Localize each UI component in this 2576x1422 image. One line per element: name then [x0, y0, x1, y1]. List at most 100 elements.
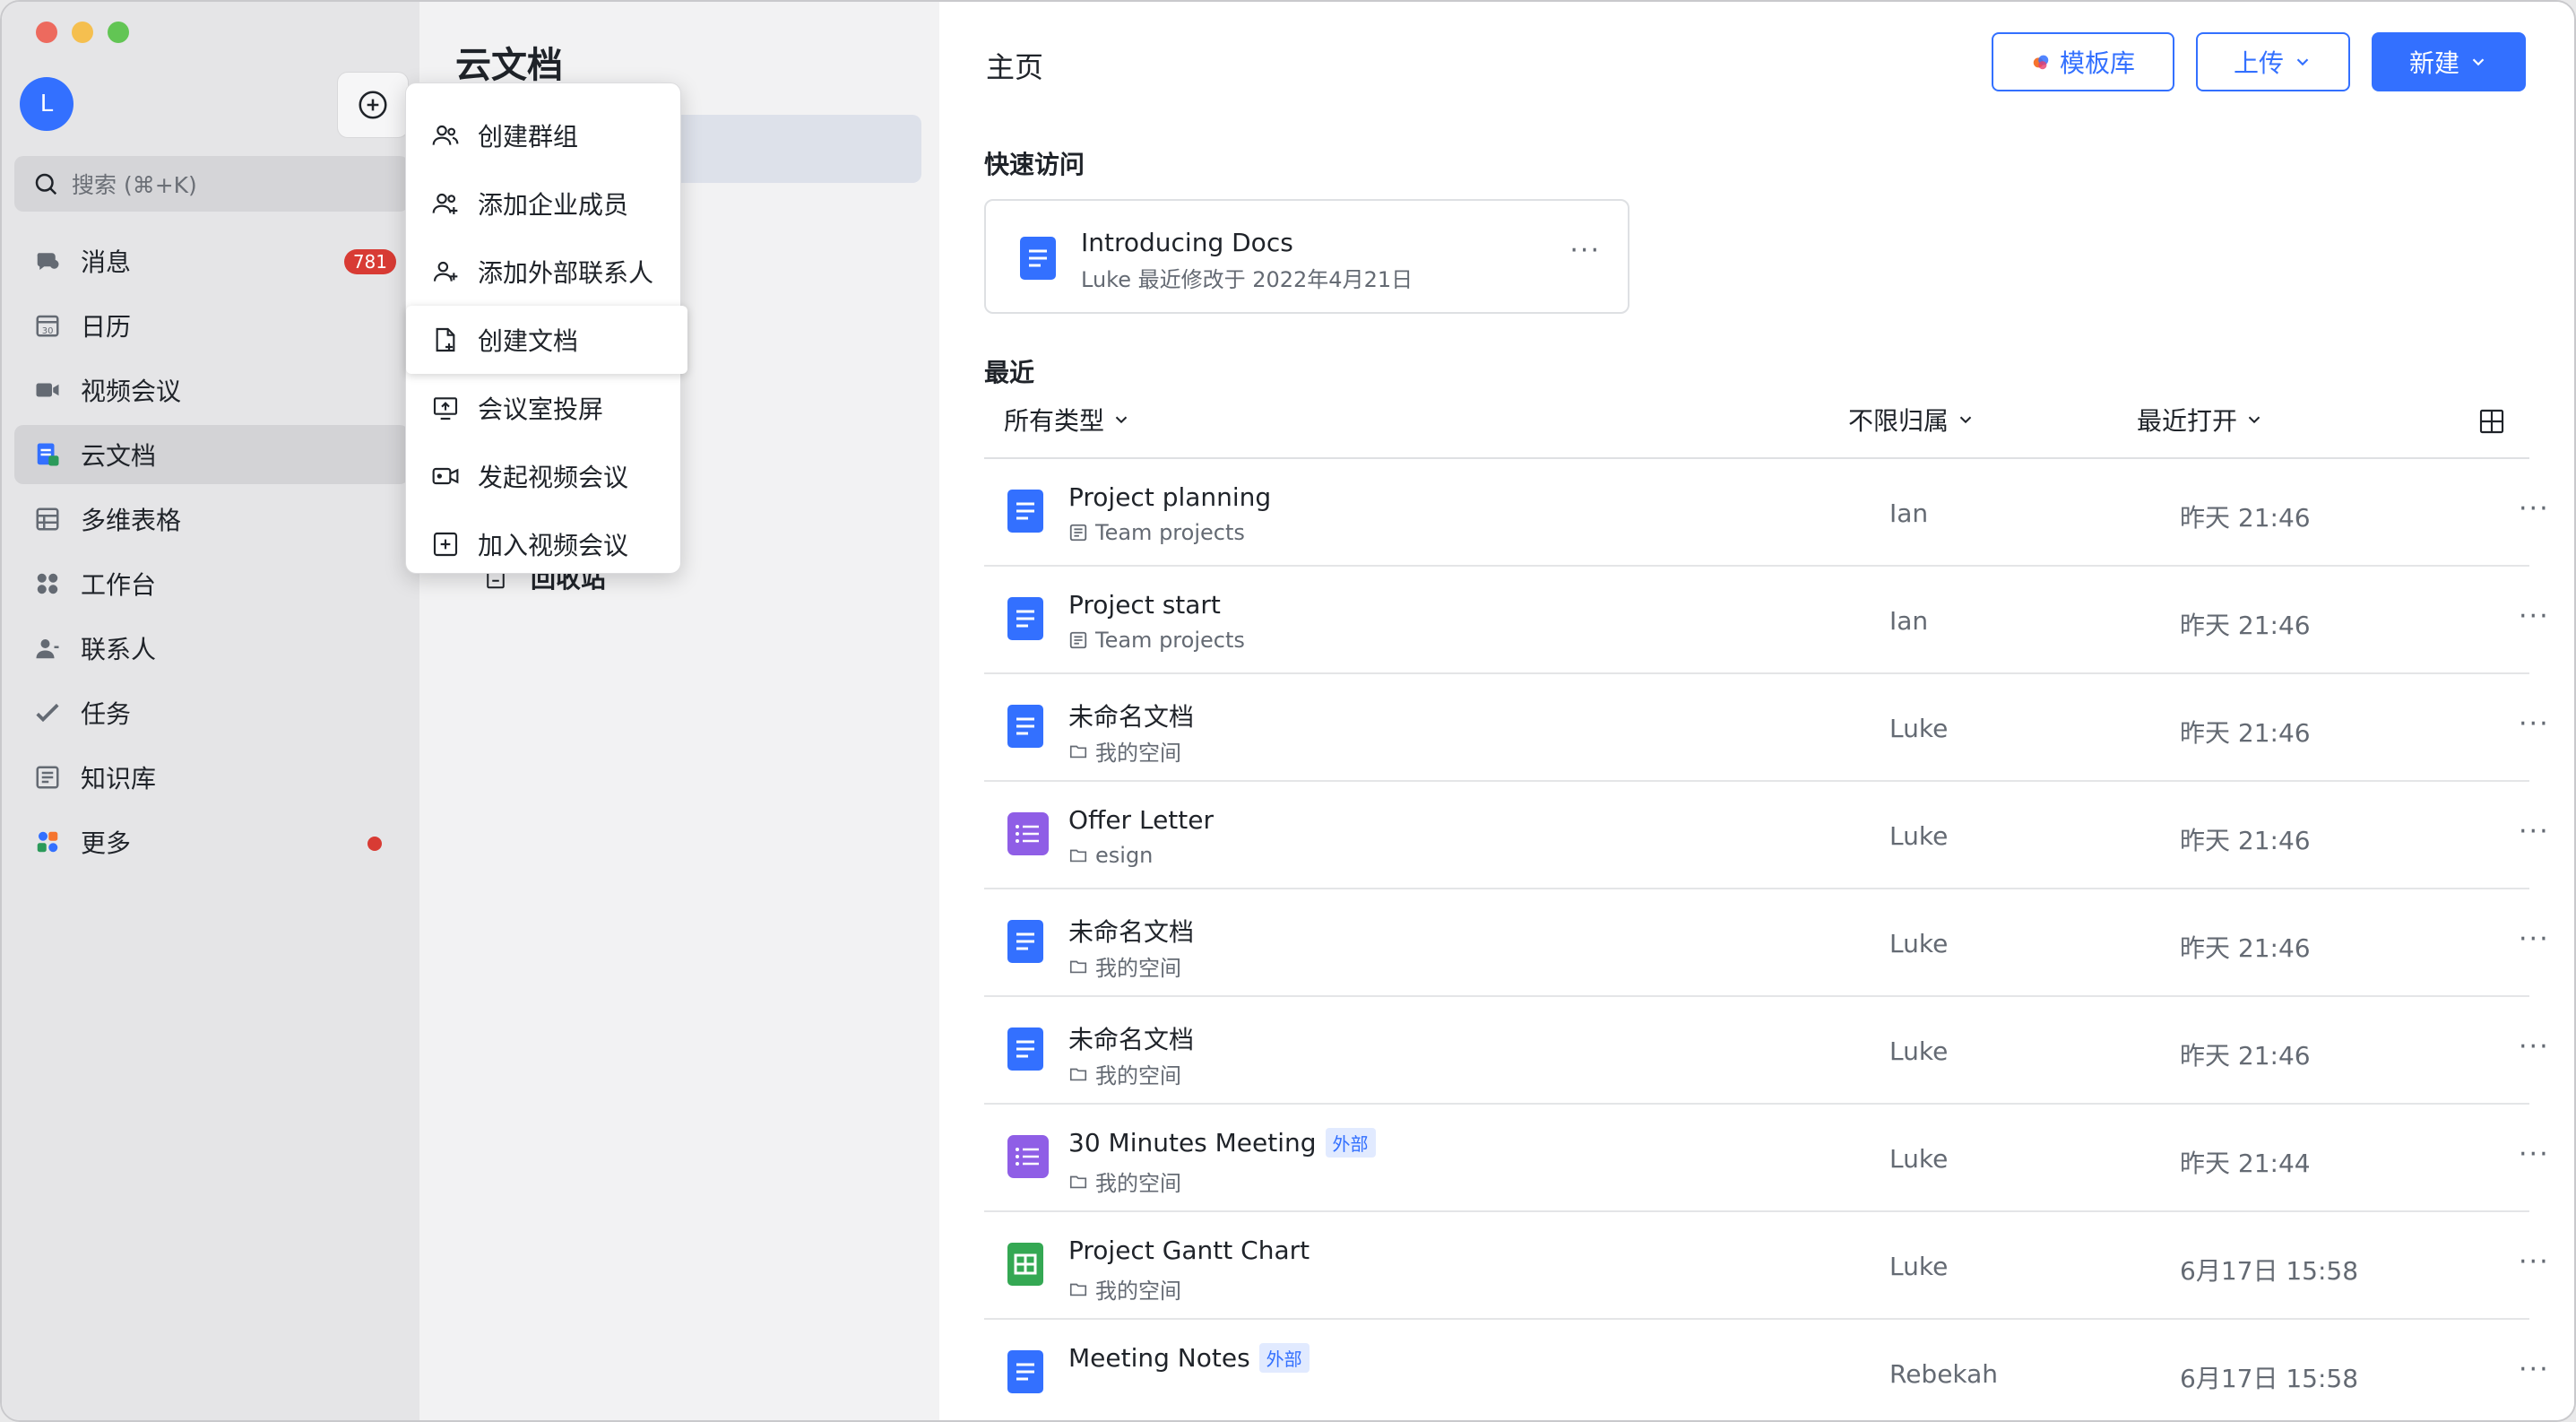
menu-item-1[interactable]: 添加企业成员: [406, 169, 680, 238]
location-text: 我的空间: [1095, 956, 1181, 981]
main-content: 主页 模板库 上传 新建 快速访问 Introducing Docs Luke …: [939, 2, 2574, 1420]
sidebar-item-label: 多维表格: [81, 506, 182, 535]
file-location: 我的空间: [1068, 1273, 1181, 1305]
sidebar-item-label: 更多: [81, 828, 132, 858]
sidebar-item-5[interactable]: 工作台: [14, 554, 409, 613]
sidebar-item-6[interactable]: 联系人: [14, 619, 409, 678]
menu-item-4[interactable]: 会议室投屏: [406, 374, 680, 442]
sidebar-item-label: 任务: [81, 699, 132, 729]
docs-icon: [32, 439, 63, 470]
search-placeholder: 搜索 (⌘+K): [72, 172, 197, 198]
upload-button[interactable]: 上传: [2196, 32, 2350, 91]
close-window-button[interactable]: [36, 22, 57, 43]
file-location: 我的空间: [1068, 1166, 1181, 1197]
location-text: Team projects: [1095, 628, 1245, 653]
table-row[interactable]: 未命名文档 我的空间 Luke 昨天 21:46 ···: [984, 889, 2548, 997]
sidebar-item-label: 视频会议: [81, 377, 182, 406]
grid-view-icon[interactable]: [2477, 407, 2506, 436]
table-row[interactable]: Project planning Team projects Ian 昨天 21:46…: [984, 459, 2548, 567]
workplace-icon: [32, 568, 63, 599]
file-name: Project planning: [1068, 482, 1271, 512]
sidebar-item-label: 云文档: [81, 441, 157, 471]
menu-item-5[interactable]: 发起视频会议: [406, 442, 680, 510]
sidebar-item-7[interactable]: 任务: [14, 683, 409, 742]
last-opened: 6月17日 15:58: [2180, 1256, 2359, 1286]
start-video-icon: [431, 462, 478, 490]
sidebar-item-0[interactable]: 消息 781: [14, 231, 409, 290]
file-owner: Luke: [1889, 929, 1949, 958]
avatar[interactable]: L: [20, 77, 73, 131]
table-row[interactable]: 30 Minutes Meeting 外部 我的空间 Luke 昨天 21:44 ···: [984, 1105, 2548, 1212]
add-contact-icon: [431, 257, 478, 286]
form-file-icon: [1007, 812, 1049, 859]
file-location: Team projects: [1068, 628, 1245, 653]
search-input[interactable]: 搜索 (⌘+K): [14, 156, 409, 212]
more-options-icon[interactable]: ···: [1569, 235, 1601, 266]
create-menu: 创建群组添加企业成员添加外部联系人 创建文档 会议室投屏 发起视频会议加入视频会议: [405, 82, 687, 574]
template-button-label: 模板库: [2059, 48, 2135, 78]
template-icon: [2033, 55, 2049, 70]
svg-text:30: 30: [42, 326, 54, 336]
file-location: 我的空间: [1068, 950, 1181, 982]
sidebar-item-label: 联系人: [81, 635, 157, 664]
file-name: Project start: [1068, 590, 1221, 620]
add-member-icon: [431, 189, 478, 218]
wiki-icon: [32, 762, 63, 793]
menu-item-label: 添加企业成员: [478, 190, 629, 220]
menu-item-label: 加入视频会议: [478, 531, 629, 560]
window-controls: [36, 22, 129, 43]
calendar-icon: 30: [32, 310, 63, 341]
chevron-down-icon: [2296, 58, 2309, 66]
group-icon: [431, 121, 478, 150]
more-options-icon[interactable]: ···: [2519, 816, 2550, 847]
sidebar-item-8[interactable]: 知识库: [14, 748, 409, 807]
more-options-icon[interactable]: ···: [2519, 601, 2550, 632]
quick-access-card[interactable]: Introducing Docs Luke 最近修改于 2022年4月21日 ·…: [984, 199, 1629, 314]
app-window: L 搜索 (⌘+K) 消息 781 30 日历视频会议云文档多维表格工作台联系人任务知…: [0, 0, 2576, 1422]
create-plus-button[interactable]: [337, 72, 409, 138]
sidebar-item-4[interactable]: 多维表格: [14, 490, 409, 549]
owner-filter[interactable]: 不限归属: [1848, 402, 1975, 438]
menu-item-0[interactable]: 创建群组: [406, 101, 680, 169]
more-options-icon[interactable]: ···: [2519, 923, 2550, 955]
sort-filter[interactable]: 最近打开: [2137, 402, 2264, 438]
location-text: 我的空间: [1095, 1279, 1181, 1304]
table-row[interactable]: 未命名文档 我的空间 Luke 昨天 21:46 ···: [984, 997, 2548, 1105]
wiki-icon: [1068, 523, 1088, 542]
more-options-icon[interactable]: ···: [2519, 708, 2550, 740]
sheet-file-icon: [1007, 1243, 1043, 1289]
sidebar-item-1[interactable]: 30 日历: [14, 296, 409, 355]
menu-item-2[interactable]: 添加外部联系人: [406, 238, 680, 306]
folder-icon: [1068, 957, 1088, 976]
doc-file-icon: [1020, 237, 1056, 283]
menu-item-6[interactable]: 加入视频会议: [406, 510, 680, 578]
file-name-text: Meeting Notes: [1068, 1343, 1250, 1373]
table-row[interactable]: Offer Letter esign Luke 昨天 21:46 ···: [984, 782, 2548, 889]
recent-label: 最近: [984, 358, 1035, 387]
more-options-icon[interactable]: ···: [2519, 1031, 2550, 1062]
sidebar-item-2[interactable]: 视频会议: [14, 360, 409, 420]
more-options-icon[interactable]: ···: [2519, 1246, 2550, 1278]
minimize-window-button[interactable]: [72, 22, 93, 43]
table-row[interactable]: Project Gantt Chart 我的空间 Luke 6月17日 15:58 ··…: [984, 1212, 2548, 1320]
type-filter[interactable]: 所有类型: [1004, 402, 1131, 438]
new-button[interactable]: 新建: [2372, 32, 2526, 91]
zoom-window-button[interactable]: [108, 22, 129, 43]
sort-filter-label: 最近打开: [2137, 406, 2238, 436]
more-options-icon[interactable]: ···: [2519, 1354, 2550, 1385]
sidebar-item-9[interactable]: 更多: [14, 812, 409, 871]
more-options-icon[interactable]: ···: [2519, 493, 2550, 525]
chevron-down-icon: [2472, 58, 2485, 66]
form-file-icon: [1007, 1135, 1049, 1182]
menu-item-3[interactable]: 创建文档: [406, 306, 687, 374]
last-opened: 昨天 21:46: [2180, 1041, 2311, 1071]
more-options-icon[interactable]: ···: [2519, 1139, 2550, 1170]
sidebar-item-3[interactable]: 云文档: [14, 425, 409, 484]
file-name-text: 未命名文档: [1068, 917, 1195, 947]
table-row[interactable]: 未命名文档 我的空间 Luke 昨天 21:46 ···: [984, 674, 2548, 782]
template-library-button[interactable]: 模板库: [1992, 32, 2174, 91]
quick-access-label: 快速访问: [984, 150, 1085, 179]
table-row[interactable]: Project start Team projects Ian 昨天 21:46 ···: [984, 567, 2548, 674]
table-row[interactable]: Meeting Notes 外部 Rebekah 6月17日 15:58 ···: [984, 1320, 2548, 1420]
file-name-text: 未命名文档: [1068, 702, 1195, 732]
